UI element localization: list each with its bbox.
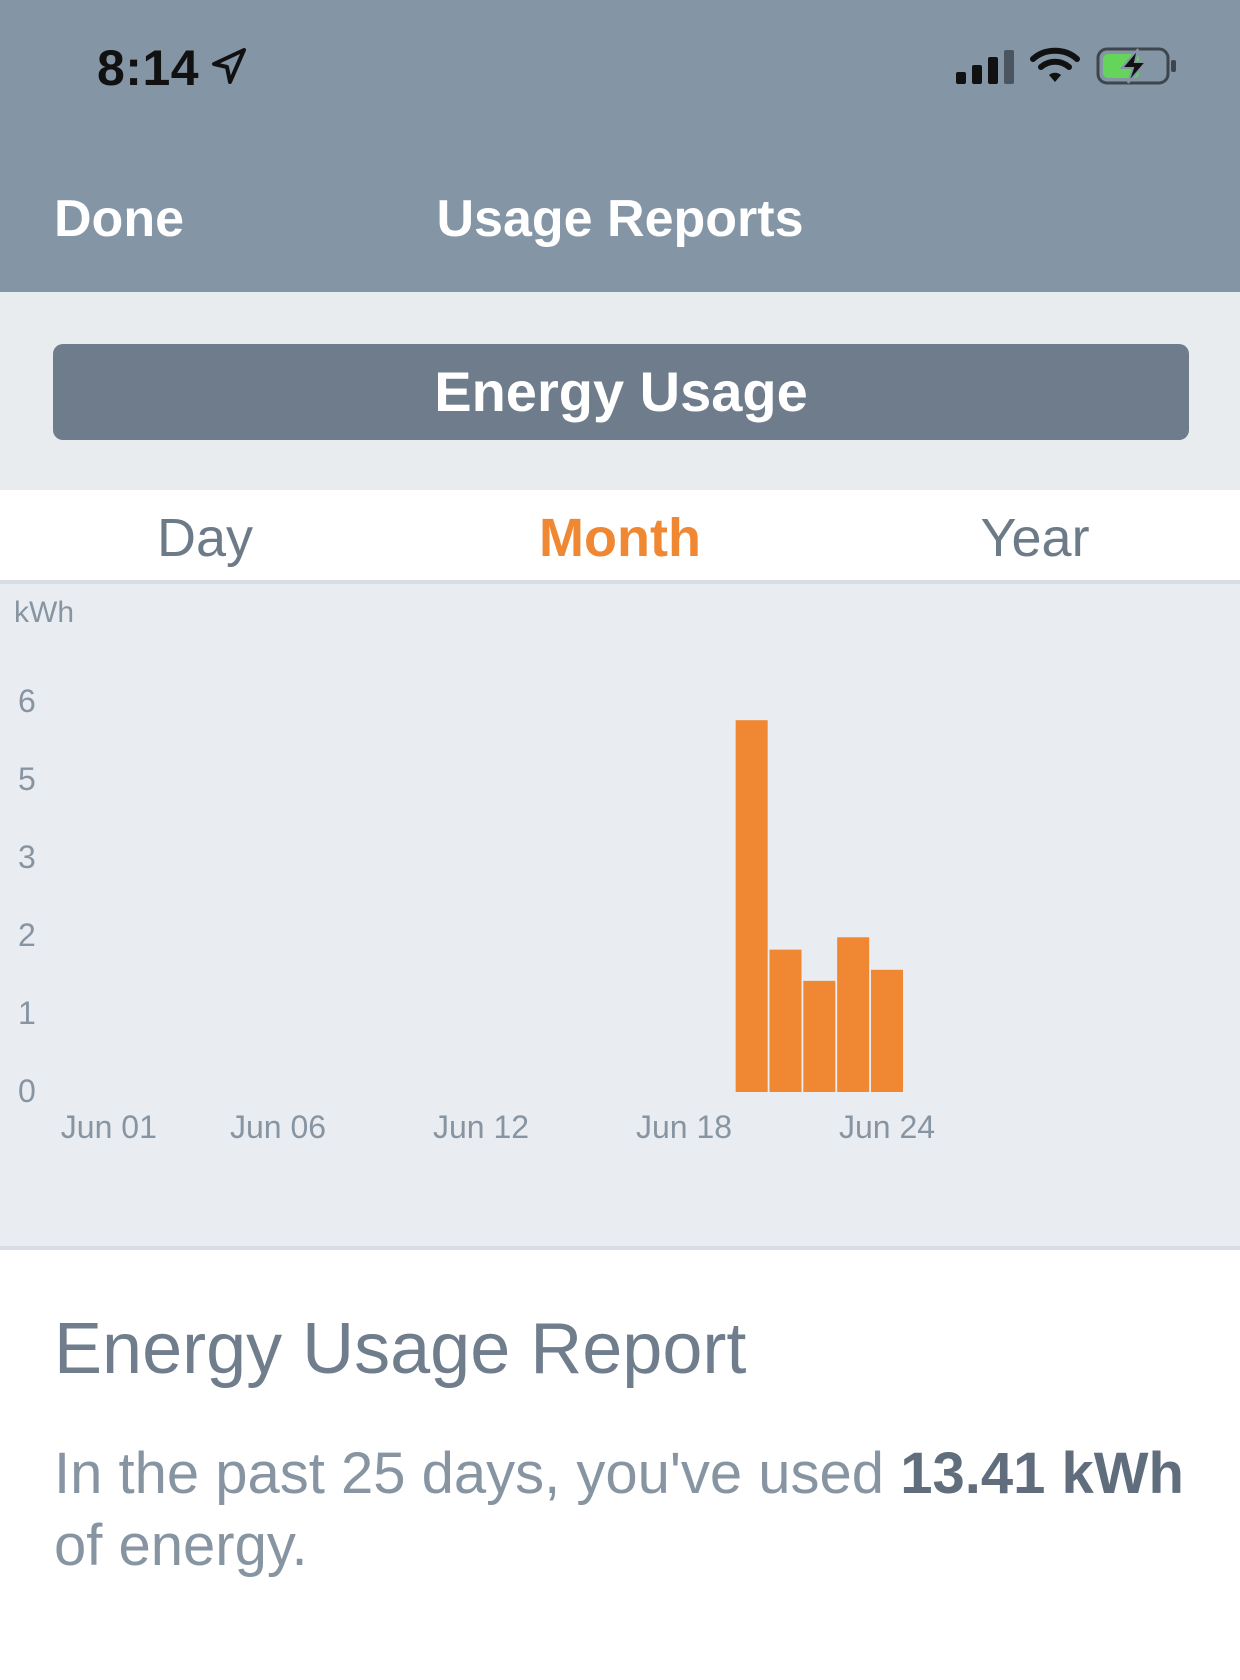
header: 8:14 Done Usage Reports (0, 0, 1240, 292)
tab-day[interactable]: Day (110, 490, 300, 580)
battery-charging-icon (1096, 47, 1176, 85)
wifi-icon (1030, 47, 1080, 82)
chart-bar (803, 980, 836, 1092)
page-title: Usage Reports (436, 190, 804, 248)
energy-chart-svg: kWh 0 1 2 3 5 6 Jun 01 Jun 06 Jun 12 Jun 18 Jun 24 (14, 596, 935, 1145)
chart-bar (871, 969, 903, 1092)
report-summary-prefix: In the past 25 days, you've used (54, 1441, 901, 1506)
y-tick-label: 5 (18, 761, 36, 797)
chart-bar (769, 949, 802, 1092)
report-summary: In the past 25 days, you've used 13.41 k… (54, 1438, 1184, 1582)
report-title: Energy Usage Report (54, 1309, 747, 1389)
y-tick-label: 6 (18, 683, 36, 719)
x-tick-label: Jun 06 (230, 1109, 326, 1145)
period-tabs: Day Month Year (0, 490, 1240, 584)
tab-year[interactable]: Year (940, 490, 1130, 580)
usage-reports-screen: 8:14 Done Usage Reports Energy Usage Day (0, 0, 1240, 1680)
chart-bar (735, 720, 768, 1092)
tab-month[interactable]: Month (490, 490, 750, 580)
energy-usage-button[interactable]: Energy Usage (53, 344, 1189, 440)
x-tick-label: Jun 12 (433, 1109, 529, 1145)
x-tick-label: Jun 18 (636, 1109, 732, 1145)
location-arrow-icon (212, 48, 246, 84)
status-time: 8:14 (97, 40, 200, 96)
y-tick-label: 2 (18, 917, 36, 953)
energy-chart: kWh 0 1 2 3 5 6 Jun 01 Jun 06 Jun 12 Jun 18 Jun 24 (0, 584, 1240, 1250)
y-tick-label: 0 (18, 1073, 36, 1109)
report-summary-suffix: of energy. (54, 1513, 308, 1578)
x-tick-label: Jun 24 (839, 1109, 935, 1145)
signal-bars-icon (956, 50, 1014, 84)
x-tick-label: Jun 01 (61, 1109, 157, 1145)
y-tick-label: 3 (18, 839, 36, 875)
y-axis-label: kWh (14, 596, 74, 629)
chart-bar (837, 937, 870, 1092)
energy-section: Energy Usage (0, 292, 1240, 490)
y-tick-label: 1 (18, 995, 36, 1031)
report-summary-value: 13.41 kWh (900, 1441, 1184, 1506)
